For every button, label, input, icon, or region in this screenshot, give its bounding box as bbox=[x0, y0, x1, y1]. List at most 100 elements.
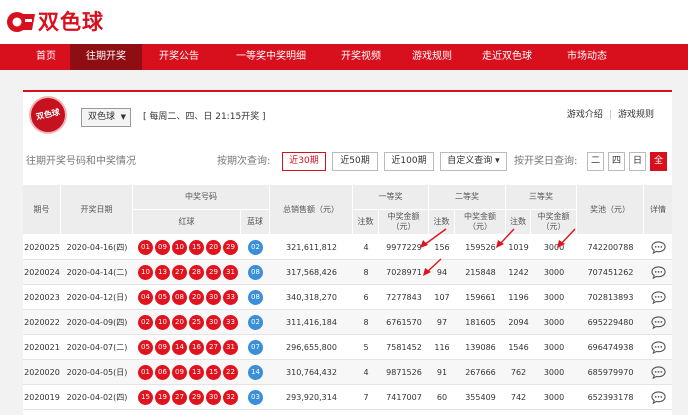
blue-ball: 07 bbox=[248, 340, 263, 355]
blue-ball: 02 bbox=[248, 240, 263, 255]
detail-chat-icon[interactable] bbox=[651, 365, 666, 380]
red-ball: 01 bbox=[138, 240, 153, 255]
cell-first-count: 6 bbox=[363, 293, 369, 302]
nav-item-announcement[interactable]: 开奖公告 bbox=[142, 44, 216, 70]
nav-item-first-prize-details[interactable]: 一等奖中奖明细 bbox=[216, 44, 326, 70]
nav-item-rules[interactable]: 游戏规则 bbox=[396, 44, 468, 70]
cell-second-amount: 215848 bbox=[465, 268, 496, 277]
cell-third-amount: 3000 bbox=[543, 268, 565, 277]
game-select[interactable]: 双色球 ▼ bbox=[81, 108, 131, 127]
cell-first-count: 5 bbox=[363, 343, 369, 352]
header-first-prize: 一等奖 bbox=[353, 185, 429, 210]
red-ball: 20 bbox=[172, 315, 187, 330]
cell-issue: 2020024 bbox=[24, 268, 60, 277]
brand-logo-icon[interactable] bbox=[6, 10, 36, 34]
nav-item-market[interactable]: 市场动态 bbox=[546, 44, 628, 70]
red-ball: 05 bbox=[138, 340, 153, 355]
red-ball: 25 bbox=[189, 315, 204, 330]
header-numbers: 中奖号码 bbox=[133, 185, 270, 210]
red-ball: 09 bbox=[172, 365, 187, 380]
game-rules-link[interactable]: 游戏规则 bbox=[618, 110, 654, 120]
cell-third-count: 1546 bbox=[508, 343, 529, 352]
red-ball: 27 bbox=[206, 340, 221, 355]
header-second-prize: 二等奖 bbox=[429, 185, 506, 210]
table-row: 2020021 2020-04-07(二) 296,655,800 5 7581452 1… bbox=[23, 335, 672, 360]
cell-sales: 311,416,184 bbox=[286, 318, 337, 327]
detail-chat-icon[interactable] bbox=[651, 240, 666, 255]
game-logo: 双色球 bbox=[31, 98, 65, 132]
cell-issue: 2020021 bbox=[24, 343, 60, 352]
cell-second-amount: 159661 bbox=[465, 293, 496, 302]
cell-pool: 742200788 bbox=[587, 243, 634, 252]
cell-pool: 652393178 bbox=[587, 393, 634, 402]
nav-item-about[interactable]: 走近双色球 bbox=[468, 44, 546, 70]
cell-sales: 296,655,800 bbox=[286, 343, 337, 352]
detail-chat-icon[interactable] bbox=[651, 290, 666, 305]
cell-third-count: 1242 bbox=[508, 268, 529, 277]
header-blue: 蓝球 bbox=[241, 210, 270, 235]
red-ball: 33 bbox=[223, 315, 238, 330]
issue-100-button[interactable]: 近100期 bbox=[384, 152, 434, 171]
cell-third-amount: 3000 bbox=[543, 343, 565, 352]
issue-50-button[interactable]: 近50期 bbox=[332, 152, 378, 171]
blue-ball: 14 bbox=[248, 365, 263, 380]
red-ball: 29 bbox=[223, 240, 238, 255]
blue-ball: 03 bbox=[248, 390, 263, 405]
cell-date: 2020-04-12(日) bbox=[66, 293, 128, 302]
cell-sales: 321,611,812 bbox=[286, 243, 337, 252]
cell-third-amount: 3000 bbox=[543, 368, 565, 377]
red-ball: 29 bbox=[189, 390, 204, 405]
nav-item-home[interactable]: 首页 bbox=[22, 44, 70, 70]
red-ball: 28 bbox=[189, 265, 204, 280]
issue-30-button[interactable]: 近30期 bbox=[282, 152, 326, 171]
cell-date: 2020-04-16(四) bbox=[66, 243, 128, 252]
cell-date: 2020-04-09(四) bbox=[66, 318, 128, 327]
day-all-button[interactable]: 全 bbox=[650, 152, 667, 171]
red-ball: 15 bbox=[189, 240, 204, 255]
cell-third-amount: 3000 bbox=[543, 318, 565, 327]
cell-sales: 293,920,314 bbox=[286, 393, 337, 402]
cell-second-count: 116 bbox=[434, 343, 450, 352]
cell-third-count: 1196 bbox=[508, 293, 529, 302]
detail-chat-icon[interactable] bbox=[651, 265, 666, 280]
header-red: 红球 bbox=[133, 210, 241, 235]
cell-date: 2020-04-02(四) bbox=[66, 393, 128, 402]
cell-first-count: 4 bbox=[363, 243, 369, 252]
cell-second-count: 60 bbox=[436, 393, 448, 402]
cell-date: 2020-04-07(二) bbox=[66, 343, 128, 352]
cell-pool: 685979970 bbox=[587, 368, 634, 377]
red-ball: 09 bbox=[155, 240, 170, 255]
cell-sales: 310,764,432 bbox=[286, 368, 337, 377]
cell-first-amount: 7417007 bbox=[386, 393, 422, 402]
game-links: 游戏介绍 | 游戏规则 bbox=[566, 110, 654, 120]
red-ball: 32 bbox=[223, 390, 238, 405]
cell-second-count: 107 bbox=[434, 293, 450, 302]
cell-second-amount: 355409 bbox=[465, 393, 496, 402]
day-thu-button[interactable]: 四 bbox=[608, 152, 625, 171]
day-tue-button[interactable]: 二 bbox=[587, 152, 604, 171]
brand-name[interactable]: 双色球 bbox=[38, 9, 104, 35]
detail-chat-icon[interactable] bbox=[651, 390, 666, 405]
detail-chat-icon[interactable] bbox=[651, 315, 666, 330]
red-ball: 29 bbox=[206, 265, 221, 280]
day-sun-button[interactable]: 日 bbox=[629, 152, 646, 171]
nav-item-history[interactable]: 往期开奖 bbox=[70, 44, 142, 70]
game-intro-link[interactable]: 游戏介绍 bbox=[567, 110, 603, 120]
cell-first-amount: 7277843 bbox=[386, 293, 422, 302]
red-ball: 33 bbox=[223, 290, 238, 305]
main-nav: 首页 往期开奖 开奖公告 一等奖中奖明细 开奖视频 游戏规则 走近双色球 市场动态 bbox=[0, 44, 688, 70]
red-ball: 10 bbox=[138, 265, 153, 280]
annotation-arrow-icon bbox=[557, 228, 576, 248]
detail-chat-icon[interactable] bbox=[651, 340, 666, 355]
custom-query-button[interactable]: 自定义查询 ▾ bbox=[440, 152, 507, 171]
red-ball: 30 bbox=[206, 290, 221, 305]
header-pool: 奖池（元） bbox=[577, 185, 644, 235]
red-ball: 01 bbox=[138, 365, 153, 380]
nav-item-video[interactable]: 开奖视频 bbox=[326, 44, 396, 70]
cell-first-count: 8 bbox=[363, 268, 369, 277]
cell-third-amount: 3000 bbox=[543, 393, 565, 402]
query-by-day-label: 按开奖日查询: bbox=[514, 156, 578, 167]
cell-second-count: 97 bbox=[436, 318, 448, 327]
cell-pool: 696474938 bbox=[587, 343, 634, 352]
red-ball: 10 bbox=[155, 315, 170, 330]
